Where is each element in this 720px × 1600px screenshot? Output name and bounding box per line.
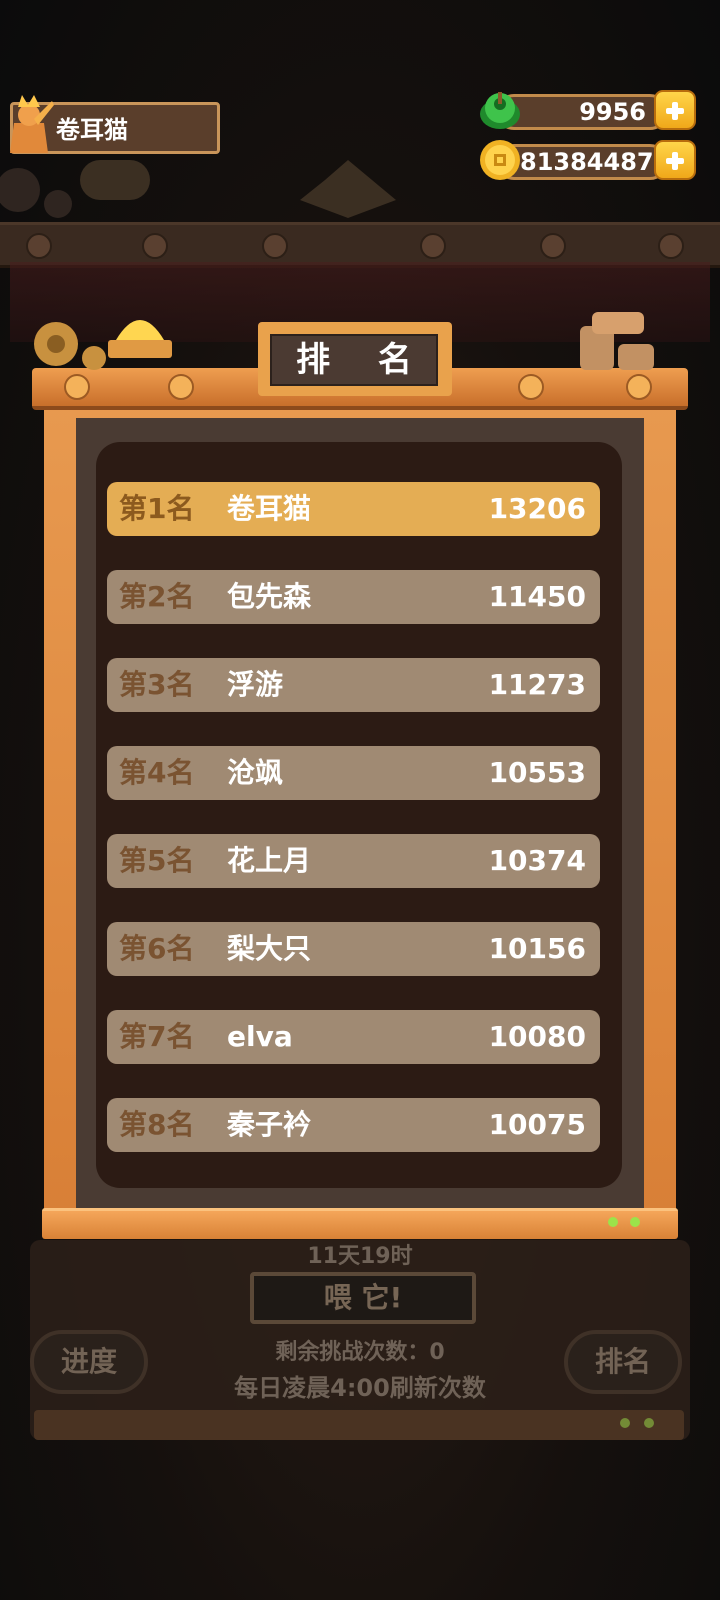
bolt-icon bbox=[658, 233, 684, 259]
bolt-icon bbox=[26, 233, 52, 259]
leaderboard-row: 第3名 浮游 11273 bbox=[107, 658, 600, 712]
score: 10374 bbox=[488, 844, 586, 877]
gem-count: 9956 bbox=[579, 98, 646, 126]
feed-button-label: 喂 它! bbox=[323, 1281, 403, 1314]
leaderboard-row: 第2名 包先森 11450 bbox=[107, 570, 600, 624]
background-bottom-bar bbox=[34, 1410, 684, 1440]
rank-label: 第2名 bbox=[119, 580, 195, 613]
leaderboard-row: 第8名 秦子衿 10075 bbox=[107, 1098, 600, 1152]
feed-button[interactable]: 喂 它! bbox=[250, 1272, 476, 1324]
gold-coin-icon bbox=[480, 140, 520, 180]
indicator-dot bbox=[644, 1418, 654, 1428]
gear-lamp-decoration-icon bbox=[34, 320, 172, 370]
remaining-attempts: 剩余挑战次数：0 bbox=[275, 1340, 445, 1365]
rank-label: 第5名 bbox=[119, 844, 195, 877]
player-name: 包先森 bbox=[227, 580, 312, 613]
player-name: 沧飒 bbox=[227, 756, 284, 789]
rank-label: 第4名 bbox=[119, 756, 195, 789]
leaderboard-title: 排 名 bbox=[296, 340, 430, 380]
leaderboard-bottom-beam bbox=[42, 1208, 678, 1239]
player-name: 卷耳猫 bbox=[56, 116, 128, 144]
player-name: 梨大只 bbox=[227, 932, 312, 965]
coin-count: 81384487 bbox=[520, 148, 654, 176]
player-name: elva bbox=[227, 1020, 293, 1053]
rank-label: 第1名 bbox=[119, 492, 195, 525]
score: 13206 bbox=[488, 492, 586, 525]
leaderboard-row: 第6名 梨大只 10156 bbox=[107, 922, 600, 976]
indicator-dot bbox=[630, 1217, 640, 1227]
leaderboard-panel bbox=[96, 442, 622, 1188]
bolt-icon bbox=[262, 233, 288, 259]
indicator-dot bbox=[608, 1217, 618, 1227]
ranking-button[interactable]: 排名 bbox=[564, 1330, 682, 1394]
bolt-icon bbox=[540, 233, 566, 259]
bolt-icon bbox=[142, 233, 168, 259]
player-name: 卷耳猫 bbox=[227, 492, 312, 525]
score: 10553 bbox=[488, 756, 586, 789]
leaderboard-row: 第5名 花上月 10374 bbox=[107, 834, 600, 888]
score: 10075 bbox=[488, 1108, 586, 1141]
bolt-icon bbox=[420, 233, 446, 259]
refresh-note: 每日凌晨4:00刷新次数 bbox=[234, 1374, 486, 1402]
bolt-icon bbox=[518, 374, 544, 400]
progress-button[interactable]: 进度 bbox=[30, 1330, 148, 1394]
indicator-dot bbox=[620, 1418, 630, 1428]
bolt-icon bbox=[64, 374, 90, 400]
score: 11450 bbox=[488, 580, 586, 613]
player-name: 浮游 bbox=[227, 668, 284, 701]
score: 11273 bbox=[488, 668, 586, 701]
rank-label: 第8名 bbox=[119, 1108, 195, 1141]
add-coins-button[interactable] bbox=[654, 140, 696, 180]
player-avatar-icon bbox=[10, 95, 54, 153]
green-gem-icon bbox=[480, 92, 520, 129]
leaderboard-row: 第1名 卷耳猫 13206 bbox=[107, 482, 600, 536]
bolt-icon bbox=[626, 374, 652, 400]
rank-label: 第6名 bbox=[119, 932, 195, 965]
add-gems-button[interactable] bbox=[654, 90, 696, 130]
player-name: 花上月 bbox=[227, 844, 312, 877]
rank-label: 第3名 bbox=[119, 668, 195, 701]
rank-label: 第7名 bbox=[119, 1020, 195, 1053]
player-name: 秦子衿 bbox=[227, 1108, 312, 1141]
pipe-decoration-icon bbox=[580, 312, 654, 370]
countdown-timer: 11天19时 bbox=[307, 1244, 413, 1269]
score: 10080 bbox=[488, 1020, 586, 1053]
leaderboard-row: 第7名 elva 10080 bbox=[107, 1010, 600, 1064]
score: 10156 bbox=[488, 932, 586, 965]
bolt-icon bbox=[168, 374, 194, 400]
leaderboard-row: 第4名 沧飒 10553 bbox=[107, 746, 600, 800]
